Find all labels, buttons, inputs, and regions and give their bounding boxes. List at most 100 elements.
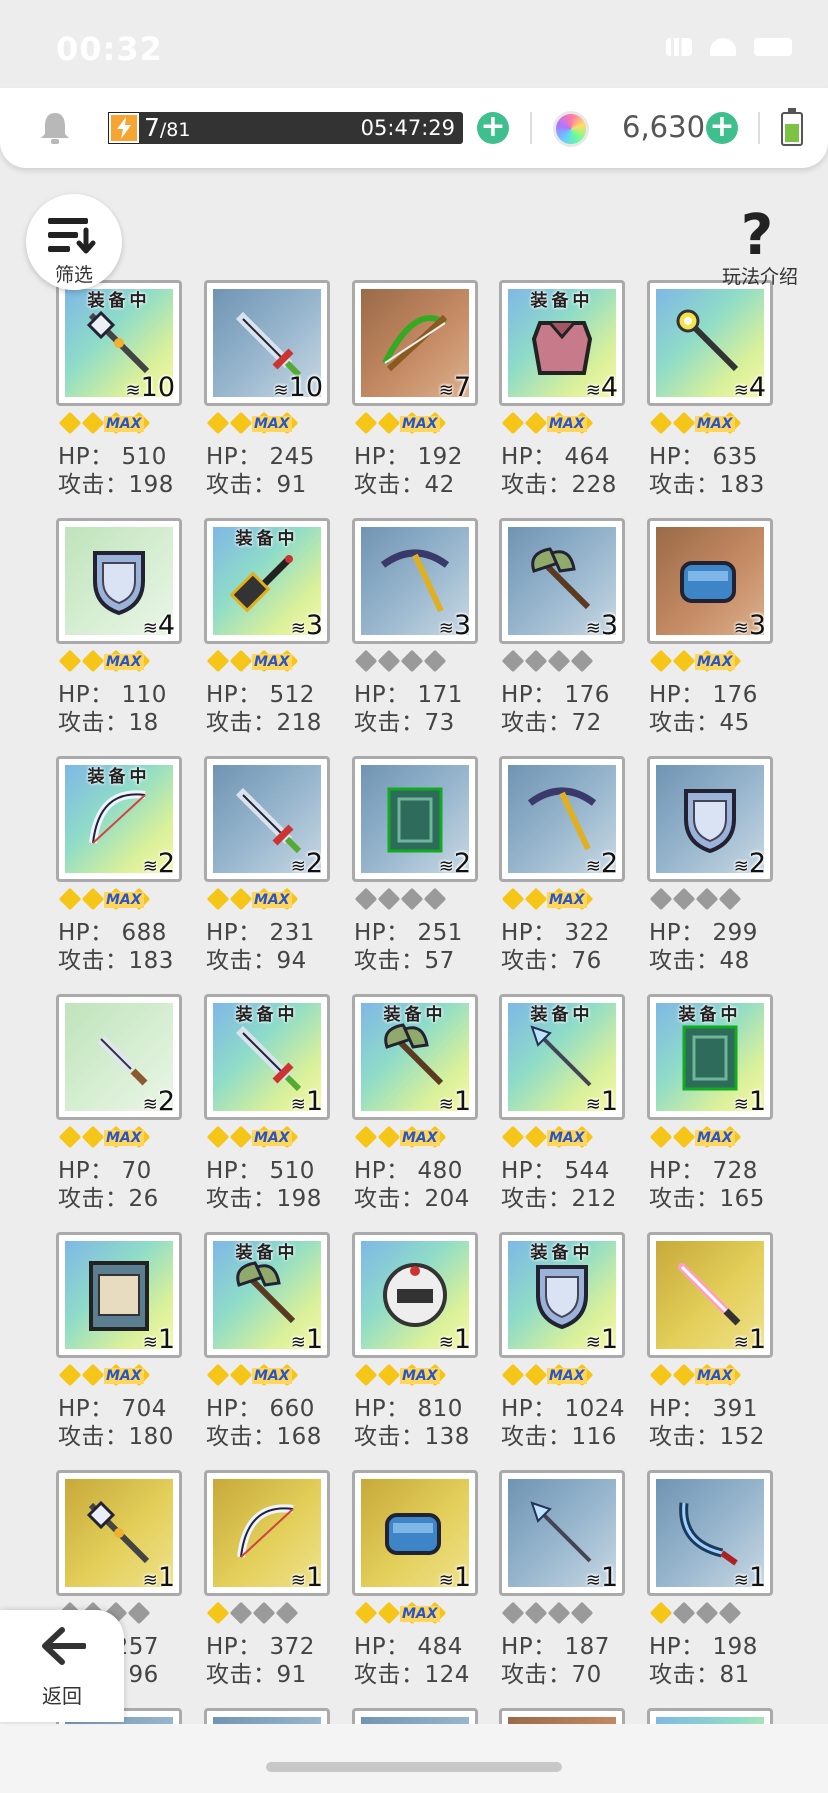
max-tag: MAX [695, 1130, 735, 1146]
bell-icon[interactable] [38, 110, 72, 146]
item-count-value: 1 [157, 1324, 175, 1355]
item-count: ≋2 [586, 848, 618, 879]
filter-button[interactable]: 筛选 [26, 194, 122, 290]
star-diamond [206, 649, 230, 673]
item-count: ≋2 [143, 848, 175, 879]
item-slot[interactable]: ≋1 [647, 1232, 773, 1358]
item-count: ≋3 [291, 610, 323, 641]
item-rarity [206, 1600, 306, 1626]
star-diamond [81, 1363, 105, 1387]
item-slot[interactable]: ≋4 [647, 280, 773, 406]
item-rarity: MAX [354, 1362, 454, 1388]
star-diamond [524, 649, 548, 673]
stack-icon: ≋ [125, 380, 141, 401]
item-count-value: 4 [157, 610, 175, 641]
add-gems-button[interactable]: + [706, 112, 738, 144]
item-slot[interactable]: ≋2 [499, 756, 625, 882]
item-count-value: 10 [288, 372, 323, 403]
item-slot[interactable]: 装备中 ≋1 [499, 994, 625, 1120]
star-diamond [81, 1125, 105, 1149]
max-tag: MAX [104, 654, 144, 670]
item-count: ≋4 [586, 372, 618, 403]
item-slot[interactable]: ≋2 [56, 994, 182, 1120]
star-diamond [354, 887, 378, 911]
equipped-label: 装备中 [235, 529, 299, 549]
item-count: ≋3 [586, 610, 618, 641]
help-button[interactable]: ? 玩法介绍 [710, 206, 810, 289]
star-diamond [377, 649, 401, 673]
item-rarity: MAX [354, 410, 454, 436]
item-slot[interactable]: ≋2 [647, 756, 773, 882]
item-slot[interactable]: ≋7 [352, 280, 478, 406]
item-slot[interactable]: 装备中 ≋1 [352, 994, 478, 1120]
item-attack: 攻击：26 [58, 1186, 159, 1212]
equipped-label: 装备中 [235, 1005, 299, 1025]
back-button[interactable]: 返回 [0, 1610, 124, 1722]
star-diamond [672, 411, 696, 435]
item-count-value: 2 [305, 848, 323, 879]
item-slot[interactable]: ≋1 [647, 1470, 773, 1596]
add-energy-button[interactable]: + [477, 112, 509, 144]
resource-bar: 7/81 05:47:29 + 6,630 + [0, 88, 828, 168]
item-slot[interactable]: 装备中 ≋2 [56, 756, 182, 882]
item-attack: 攻击：42 [354, 472, 455, 498]
equipped-label: 装备中 [678, 1005, 742, 1025]
filter-label: 筛选 [54, 264, 93, 286]
item-slot[interactable]: ≋1 [56, 1232, 182, 1358]
max-tag: MAX [400, 1606, 440, 1622]
item-slot[interactable]: 装备中 ≋1 [499, 1232, 625, 1358]
item-count-value: 2 [157, 848, 175, 879]
star-diamond [206, 1601, 230, 1625]
item-slot[interactable]: 装备中 ≋1 [204, 1232, 330, 1358]
item-slot[interactable]: ≋2 [204, 756, 330, 882]
star-diamond [672, 1125, 696, 1149]
item-count: ≋1 [734, 1324, 766, 1355]
item-slot[interactable]: ≋1 [204, 1470, 330, 1596]
item-rarity [501, 648, 601, 674]
item-slot[interactable]: 装备中 ≋1 [204, 994, 330, 1120]
battery-fill [785, 124, 799, 142]
item-count: ≋3 [734, 610, 766, 641]
item-slot[interactable]: ≋1 [352, 1232, 478, 1358]
item-slot[interactable]: ≋3 [352, 518, 478, 644]
max-tag: MAX [547, 892, 587, 908]
item-count: ≋2 [734, 848, 766, 879]
max-tag: MAX [547, 1368, 587, 1384]
energy-bar: 7/81 05:47:29 [108, 112, 463, 144]
item-slot[interactable]: ≋10 [204, 280, 330, 406]
star-diamond [423, 887, 447, 911]
stack-icon: ≋ [585, 1332, 601, 1353]
item-slot[interactable]: 装备中 ≋3 [204, 518, 330, 644]
item-attack: 攻击：168 [206, 1424, 322, 1450]
item-count: ≋7 [439, 372, 471, 403]
item-slot[interactable]: 装备中 ≋4 [499, 280, 625, 406]
star-diamond [58, 649, 82, 673]
item-attack: 攻击：76 [501, 948, 602, 974]
item-slot[interactable]: ≋4 [56, 518, 182, 644]
max-tag: MAX [104, 1368, 144, 1384]
item-slot[interactable]: ≋3 [647, 518, 773, 644]
item-rarity: MAX [58, 410, 158, 436]
item-slot[interactable]: ≋1 [499, 1470, 625, 1596]
item-slot[interactable]: ≋1 [352, 1470, 478, 1596]
star-diamond [377, 1601, 401, 1625]
item-count-value: 3 [600, 610, 618, 641]
item-slot[interactable]: ≋1 [56, 1470, 182, 1596]
item-rarity: MAX [501, 1362, 601, 1388]
stack-icon: ≋ [273, 380, 289, 401]
item-slot[interactable]: ≋2 [352, 756, 478, 882]
stack-icon: ≋ [142, 1332, 158, 1353]
item-slot[interactable]: 装备中 ≋10 [56, 280, 182, 406]
star-diamond [501, 649, 525, 673]
item-rarity: MAX [649, 1124, 749, 1150]
star-diamond [501, 887, 525, 911]
stack-icon: ≋ [733, 1094, 749, 1115]
item-slot[interactable]: 装备中 ≋1 [647, 994, 773, 1120]
stack-icon: ≋ [290, 856, 306, 877]
item-attack: 攻击：183 [649, 472, 765, 498]
star-diamond [354, 411, 378, 435]
item-count: ≋1 [439, 1562, 471, 1593]
star-diamond [58, 1363, 82, 1387]
max-tag: MAX [695, 416, 735, 432]
item-slot[interactable]: ≋3 [499, 518, 625, 644]
